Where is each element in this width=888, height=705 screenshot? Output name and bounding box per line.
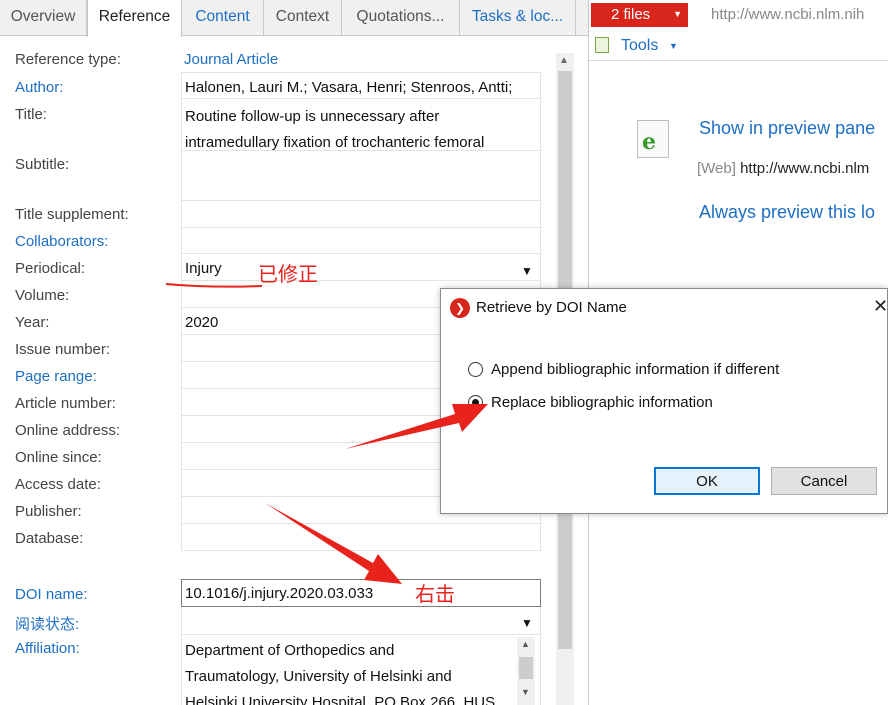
author-label[interactable]: Author: [15,79,63,96]
title-value-line2: intramedullary fixation of trochanteric … [185,134,485,151]
tab-reference[interactable]: Reference [87,0,182,37]
year-label: Year: [15,314,50,331]
article-number-label: Article number: [15,395,116,412]
affiliation-value-line3: Helsinki University Hospital, PO Box 266… [185,694,496,705]
replace-option-label[interactable]: Replace bibliographic information [491,394,713,411]
ok-button[interactable]: OK [654,467,760,495]
reading-status-field[interactable] [181,607,541,635]
reference-type-link[interactable]: Journal Article [184,51,278,68]
app-logo-icon: ❯ [450,298,470,318]
append-radio[interactable] [468,362,483,377]
caret-down-icon: ▼ [673,9,682,19]
dialog-title: Retrieve by DOI Name [476,299,627,316]
author-value: Halonen, Lauri M.; Vasara, Henri; Stenro… [185,79,513,96]
web-page-icon: e [637,120,669,158]
affiliation-label[interactable]: Affiliation: [15,640,80,657]
url-display: http://www.ncbi.nlm.nih [711,6,865,23]
subtitle-label: Subtitle: [15,156,70,173]
affiliation-value-line2: Traumatology, University of Helsinki and [185,668,452,685]
tools-icon [595,37,609,53]
files-button-label: 2 files [611,6,651,23]
append-option-label[interactable]: Append bibliographic information if diff… [491,361,779,378]
online-address-label: Online address: [15,422,121,439]
tab-bar: Overview Reference Content Context Quota… [0,0,588,37]
reading-status-dropdown-icon[interactable]: ▼ [521,616,533,630]
title-supplement-field[interactable] [181,201,541,228]
page-range-label[interactable]: Page range: [15,368,97,385]
periodical-value: Injury [185,260,222,277]
database-field[interactable] [181,524,541,551]
cancel-button[interactable]: Cancel [771,467,877,495]
caret-down-icon[interactable]: ▼ [669,41,678,51]
web-tag: [Web] [697,160,736,177]
periodical-dropdown-icon[interactable]: ▼ [521,264,533,278]
publisher-label: Publisher: [15,503,82,520]
reading-status-label[interactable]: 阅读状态: [15,613,79,634]
chevron-down-icon[interactable]: ▼ [521,687,530,697]
replace-radio[interactable] [468,395,483,410]
tab-overview[interactable]: Overview [0,0,87,36]
volume-label: Volume: [15,287,70,304]
annotation-corrected: 已修正 [258,262,318,286]
periodical-field[interactable] [181,254,541,281]
chevron-up-icon[interactable]: ▲ [559,55,569,66]
web-link-line: [Web] http://www.ncbi.nlm [697,160,869,177]
periodical-label: Periodical: [15,260,86,277]
subtitle-field[interactable] [181,151,541,201]
tools-menu[interactable]: Tools [621,37,658,55]
title-value-line1: Routine follow-up is unnecessary after [185,108,440,125]
close-icon[interactable]: ✕ [873,296,888,317]
access-date-label: Access date: [15,476,101,493]
tab-context[interactable]: Context [264,0,342,36]
reference-type-label: Reference type: [15,51,121,68]
title-label: Title: [15,106,47,123]
title-supplement-label: Title supplement: [15,206,129,223]
doi-name-value: 10.1016/j.injury.2020.03.033 [185,585,374,602]
show-in-preview-link[interactable]: Show in preview pane [699,118,875,139]
affiliation-value-line1: Department of Orthopedics and [185,642,395,659]
files-button[interactable]: 2 files ▼ [591,3,688,27]
issue-number-label: Issue number: [15,341,111,358]
collaborators-label[interactable]: Collaborators: [15,233,108,250]
tab-content[interactable]: Content [182,0,264,36]
collaborators-field[interactable] [181,228,541,254]
retrieve-doi-dialog: ❯ Retrieve by DOI Name ✕ Append bibliogr… [440,288,888,514]
tools-bar: Tools ▼ [589,31,888,61]
tab-quotations[interactable]: Quotations... [342,0,460,36]
doi-name-label[interactable]: DOI name: [15,586,88,603]
annotation-right-click: 右击 [415,582,455,606]
tab-tasks[interactable]: Tasks & loc... [460,0,576,36]
affiliation-scroll-thumb[interactable] [519,657,533,679]
database-label: Database: [15,530,84,547]
web-url[interactable]: http://www.ncbi.nlm [740,160,869,177]
chevron-up-icon[interactable]: ▲ [521,639,530,649]
always-preview-link[interactable]: Always preview this lo [699,202,875,223]
year-value: 2020 [185,314,219,331]
online-since-label: Online since: [15,449,102,466]
affiliation-scrollbar[interactable]: ▲ ▼ [517,637,535,705]
